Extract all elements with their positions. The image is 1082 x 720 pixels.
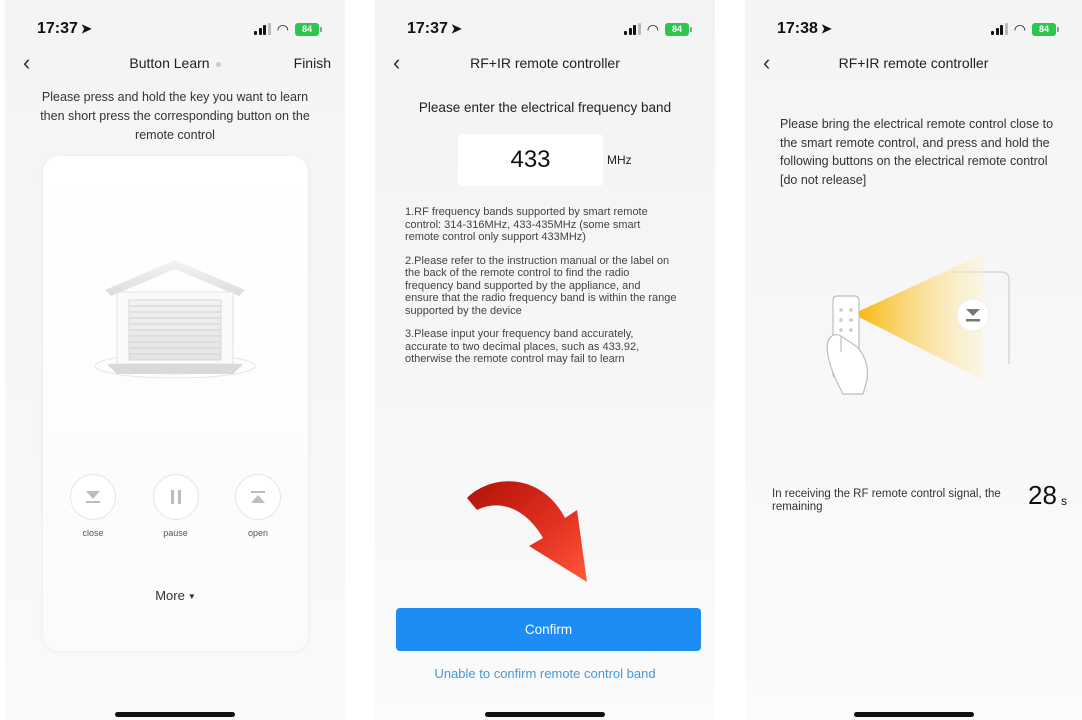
signal-icon <box>254 23 271 35</box>
nav-bar: ‹ RF+IR remote controller <box>375 52 715 76</box>
battery-icon: 84 <box>665 22 692 36</box>
countdown-unit: s <box>1061 494 1067 508</box>
countdown-value: 28 <box>1028 480 1057 510</box>
pause-button[interactable]: pause <box>146 474 206 538</box>
signal-icon <box>991 23 1008 35</box>
screen-frequency-band: 17:37 ➤ ◠ 84 ‹ RF+IR remote controller Pl… <box>375 0 715 720</box>
status-time: 17:37 <box>407 20 448 37</box>
finish-button[interactable]: Finish <box>294 55 331 71</box>
remote-pairing-illustration <box>826 254 1010 395</box>
status-time: 17:37 <box>37 20 78 37</box>
page-title: RF+IR remote controller <box>838 55 989 71</box>
home-indicator <box>115 712 235 717</box>
close-label: close <box>82 528 104 538</box>
more-button[interactable]: More ▼ <box>43 588 308 603</box>
location-arrow-icon: ➤ <box>820 21 832 36</box>
nav-bar: ‹ Button Learn Finish <box>5 52 345 76</box>
page-title: Button Learn <box>129 55 210 71</box>
wifi-icon: ◠ <box>1013 21 1026 37</box>
close-button[interactable]: close <box>63 474 123 538</box>
frequency-input[interactable]: 433 <box>458 134 603 186</box>
screen-receiving-signal: 17:38 ➤ ◠ 84 ‹ RF+IR remote controller Pl… <box>745 0 1082 720</box>
status-bar: 17:37 ➤ ◠ 84 <box>375 20 715 42</box>
status-time: 17:38 <box>777 20 818 37</box>
page-title: RF+IR remote controller <box>470 55 620 71</box>
frequency-notes: 1.RF frequency bands supported by smart … <box>405 206 677 377</box>
note-item: 3.Please input your frequency band accur… <box>405 328 640 365</box>
home-indicator <box>485 712 605 717</box>
wifi-icon: ◠ <box>646 21 659 37</box>
battery-icon: 84 <box>1032 22 1059 36</box>
curved-arrow-icon <box>467 481 587 582</box>
nav-bar: ‹ RF+IR remote controller <box>745 52 1082 76</box>
confirm-button[interactable]: Confirm <box>396 608 701 651</box>
open-button[interactable]: open <box>228 474 288 538</box>
signal-icon <box>624 23 641 35</box>
frequency-heading: Please enter the electrical frequency ba… <box>418 100 672 115</box>
pause-icon <box>170 490 181 504</box>
frequency-unit: MHz <box>607 153 632 167</box>
pause-label: pause <box>163 528 188 538</box>
unable-to-confirm-link[interactable]: Unable to confirm remote control band <box>375 666 715 681</box>
more-label: More <box>155 588 185 603</box>
close-down-icon <box>86 491 100 503</box>
battery-icon: 84 <box>295 22 322 36</box>
note-item: 1.RF frequency bands supported by smart … <box>405 206 648 243</box>
open-up-icon <box>251 491 265 503</box>
status-bar: 17:37 ➤ ◠ 84 <box>5 20 345 42</box>
countdown-text: In receiving the RF remote control signa… <box>772 488 1001 513</box>
status-bar: 17:38 ➤ ◠ 84 <box>745 20 1082 42</box>
note-item: 2.Please refer to the instruction manual… <box>405 254 677 317</box>
open-label: open <box>247 528 269 538</box>
instruction-text: Please bring the electrical remote contr… <box>780 117 1054 187</box>
countdown: In receiving the RF remote control signa… <box>772 480 1072 526</box>
control-buttons: close pause open <box>63 474 288 538</box>
status-dot-icon <box>215 61 221 67</box>
home-indicator <box>853 712 974 717</box>
screen-button-learn: 17:37 ➤ ◠ 84 ‹ Button Learn Finish Please… <box>5 0 345 720</box>
location-arrow-icon: ➤ <box>80 21 92 36</box>
garage-illustration <box>94 260 256 379</box>
wifi-icon: ◠ <box>276 21 289 37</box>
location-arrow-icon: ➤ <box>450 21 462 36</box>
instruction-text: Please press and hold the key you want t… <box>40 90 310 142</box>
caret-down-icon: ▼ <box>187 592 196 602</box>
device-card: close pause open More ▼ <box>43 156 308 651</box>
